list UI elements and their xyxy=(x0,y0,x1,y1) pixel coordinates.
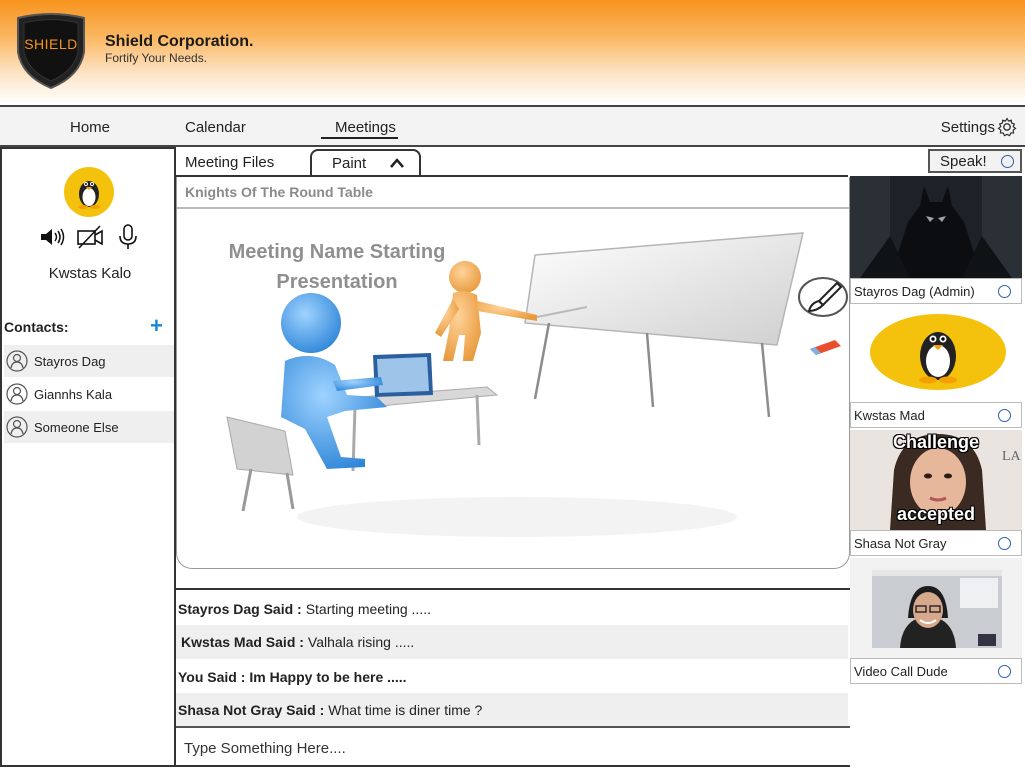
chevron-up-icon[interactable] xyxy=(389,157,405,169)
tab-paint-label: Paint xyxy=(332,155,367,172)
company-name: Shield Corporation. xyxy=(105,33,254,50)
presentation-slide: Meeting Name Starting Presentation xyxy=(177,211,849,568)
nav-meetings[interactable]: Meetings xyxy=(321,119,398,139)
meme-caption-bottom: accepted xyxy=(896,504,976,524)
speaker-icon[interactable] xyxy=(38,223,66,251)
chat-sender: You Said : xyxy=(178,669,246,685)
paintbrush-icon xyxy=(798,277,848,317)
participants-panel: Stayros Dag (Admin) Kwstas Mad LA Challe… xyxy=(849,176,1025,767)
chat-divider xyxy=(176,588,850,590)
chat-sender: Stayros Dag Said : xyxy=(178,601,302,617)
participant-video[interactable]: LA Challenge accepted xyxy=(850,430,1022,530)
participant-select-radio[interactable] xyxy=(998,537,1011,550)
user-icon xyxy=(6,416,28,438)
speak-radio[interactable] xyxy=(1001,155,1014,168)
participant-video[interactable] xyxy=(850,558,1022,658)
contact-item[interactable]: Giannhs Kala xyxy=(4,378,174,410)
tab-paint[interactable]: Paint xyxy=(310,149,421,177)
participant-name: Shasa Not Gray xyxy=(854,536,947,551)
contacts-label: Contacts: xyxy=(4,319,69,335)
eraser-icon xyxy=(810,340,841,355)
participant-label: Kwstas Mad xyxy=(850,402,1022,428)
linux-penguin-icon xyxy=(78,181,100,209)
participant-video[interactable] xyxy=(850,304,1022,402)
participant-video[interactable] xyxy=(850,176,1022,278)
user-icon xyxy=(6,350,28,372)
chat-message: Shasa Not Gray Said : What time is diner… xyxy=(176,693,848,727)
contact-name: Someone Else xyxy=(34,419,119,435)
chat-text: What time is diner time ? xyxy=(328,702,483,718)
media-controls xyxy=(38,223,142,251)
nav-calendar[interactable]: Calendar xyxy=(185,119,246,136)
company-tagline: Fortify Your Needs. xyxy=(105,51,208,65)
participant-select-radio[interactable] xyxy=(998,409,1011,422)
chat-message: Stayros Dag Said : Starting meeting ....… xyxy=(176,592,848,626)
camera-off-icon[interactable] xyxy=(76,223,104,251)
dark-knight-avatar xyxy=(850,176,1022,278)
logo-text: SHIELD xyxy=(24,36,78,52)
current-user-name: Kwstas Kalo xyxy=(48,265,132,282)
plus-icon: + xyxy=(150,313,163,338)
participant-label: Video Call Dude xyxy=(850,658,1022,684)
meme-caption-top: Challenge xyxy=(892,432,980,452)
paintbrush-tool-button[interactable] xyxy=(797,275,849,319)
header: SHIELD Shield Corporation. Fortify Your … xyxy=(0,0,1025,104)
user-sidebar: Kwstas Kalo Contacts: + Stayros Dag Gian… xyxy=(0,147,176,767)
paint-canvas[interactable]: Knights Of The Round Table Meeting Name … xyxy=(176,177,850,569)
participant-label: Shasa Not Gray xyxy=(850,530,1022,556)
contact-item[interactable]: Stayros Dag xyxy=(4,345,174,377)
eraser-tool-button[interactable] xyxy=(807,337,843,357)
add-contact-button[interactable]: + xyxy=(150,315,163,337)
chat-message: Kwstas Mad Said : Valhala rising ..... xyxy=(176,625,848,659)
chat-sender: Shasa Not Gray Said : xyxy=(178,702,325,718)
tab-meeting-files[interactable]: Meeting Files xyxy=(185,154,274,171)
chat-input[interactable] xyxy=(184,736,834,760)
contact-name: Giannhs Kala xyxy=(34,386,113,402)
participant-label: Stayros Dag (Admin) xyxy=(850,278,1022,304)
participant-select-radio[interactable] xyxy=(998,665,1011,678)
main-nav: Home Calendar Meetings Settings xyxy=(0,105,1025,147)
settings-button[interactable]: Settings xyxy=(941,117,1017,137)
chat-text: Valhala rising ..... xyxy=(307,634,415,650)
speak-label: Speak! xyxy=(940,153,987,170)
user-icon xyxy=(6,383,28,405)
board-title: Knights Of The Round Table xyxy=(177,177,849,209)
user-avatar xyxy=(64,167,114,217)
linux-penguin-avatar xyxy=(870,314,1006,390)
app-window: SHIELD Shield Corporation. Fortify Your … xyxy=(0,0,1025,767)
nav-home[interactable]: Home xyxy=(70,119,110,136)
participant-select-radio[interactable] xyxy=(998,285,1011,298)
participant-name: Video Call Dude xyxy=(854,664,948,679)
chat-log: Stayros Dag Said : Starting meeting ....… xyxy=(176,591,850,727)
speak-button[interactable]: Speak! xyxy=(928,149,1022,173)
gear-icon xyxy=(997,117,1017,137)
microphone-icon[interactable] xyxy=(114,223,142,251)
contact-item[interactable]: Someone Else xyxy=(4,411,174,443)
settings-label: Settings xyxy=(940,118,995,136)
chat-input-row xyxy=(176,726,850,767)
chat-text: Im Happy to be here ..... xyxy=(249,669,407,685)
chat-sender: Kwstas Mad Said : xyxy=(181,634,304,650)
contact-name: Stayros Dag xyxy=(34,353,106,369)
video-call-avatar xyxy=(850,558,1022,658)
participant-name: Kwstas Mad xyxy=(854,408,925,423)
chat-text: Starting meeting ..... xyxy=(305,601,431,617)
shield-logo: SHIELD xyxy=(14,12,88,90)
slide-title: Meeting Name Starting Presentation xyxy=(228,241,446,293)
participant-name: Stayros Dag (Admin) xyxy=(854,284,975,299)
chat-message: You Said : Im Happy to be here ..... xyxy=(176,660,848,694)
